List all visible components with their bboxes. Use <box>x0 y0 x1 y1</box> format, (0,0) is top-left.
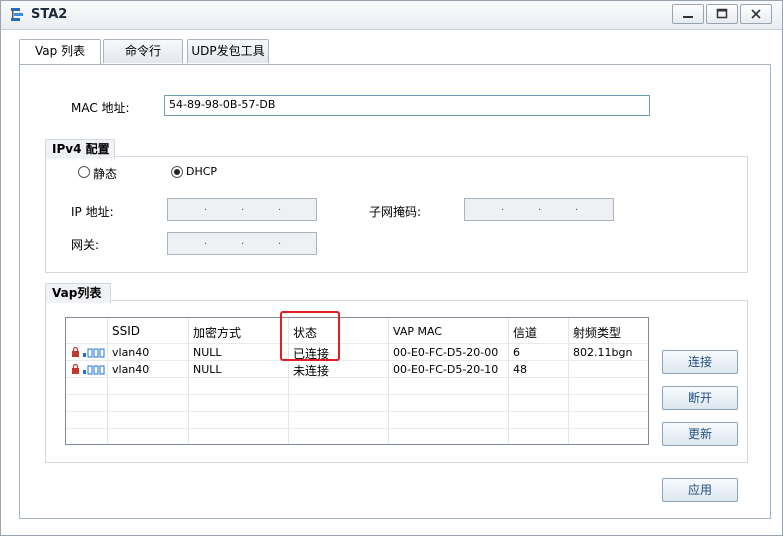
col-divider <box>107 318 108 444</box>
gateway-dot-2: . <box>241 236 245 247</box>
row-encryption: NULL <box>193 363 222 376</box>
mac-address-input[interactable]: 54-89-98-0B-57-DB <box>164 95 650 116</box>
row-status: 未连接 <box>293 364 330 378</box>
ip-dot-2: . <box>241 202 245 213</box>
row-divider <box>66 377 648 378</box>
gateway-input[interactable]: . . . <box>167 232 317 255</box>
maximize-button[interactable] <box>706 4 738 24</box>
apply-button[interactable]: 应用 <box>662 478 738 502</box>
subnet-mask-input[interactable]: . . . <box>464 198 614 221</box>
row-divider <box>66 428 648 429</box>
static-label: 静态 <box>93 167 118 181</box>
row-vap-mac: 00-E0-FC-D5-20-00 <box>393 346 499 359</box>
row-divider <box>66 411 648 412</box>
sta2-window: STA2 Vap 列表 命令行 UDP发包工具 MAC 地址: 54-89-98… <box>0 0 783 536</box>
close-button[interactable] <box>740 4 772 24</box>
ip-dot-3: . <box>278 202 282 213</box>
col-header-encryption: 加密方式 <box>193 326 242 340</box>
maximize-icon <box>716 8 728 19</box>
ip-label: IP 地址: <box>71 205 114 219</box>
mask-dot-3: . <box>575 202 579 213</box>
row-ssid: vlan40 <box>112 363 150 376</box>
subnet-mask-label: 子网掩码: <box>369 205 422 219</box>
minimize-button[interactable] <box>672 4 704 24</box>
col-header-vap-mac: VAP MAC <box>393 325 442 338</box>
window-title: STA2 <box>31 7 68 22</box>
title-bar[interactable]: STA2 <box>1 1 782 30</box>
vap-table[interactable]: SSID 加密方式 状态 VAP MAC 信道 射频类型 vlan40 NULL… <box>65 317 649 445</box>
row-divider <box>66 360 648 361</box>
row-vap-mac: 00-E0-FC-D5-20-10 <box>393 363 499 376</box>
row-channel: 6 <box>513 346 520 359</box>
close-icon <box>751 9 761 19</box>
network-icon <box>11 8 23 21</box>
col-divider <box>388 318 389 444</box>
lock-icon <box>72 364 105 375</box>
row-divider <box>66 394 648 395</box>
row-channel: 48 <box>513 363 527 376</box>
gateway-dot-3: . <box>278 236 282 247</box>
disconnect-button[interactable]: 断开 <box>662 386 738 410</box>
col-header-channel: 信道 <box>513 326 538 340</box>
col-divider <box>508 318 509 444</box>
tab-vap-list[interactable]: Vap 列表 <box>19 39 101 65</box>
ipv4-group-title: IPv4 配置 <box>45 139 115 159</box>
mask-dot-2: . <box>538 202 542 213</box>
refresh-button[interactable]: 更新 <box>662 422 738 446</box>
gateway-label: 网关: <box>71 238 100 252</box>
col-divider <box>188 318 189 444</box>
lock-icon <box>72 347 105 358</box>
col-header-radio-type: 射频类型 <box>573 326 622 340</box>
static-radio[interactable] <box>78 166 90 178</box>
row-radio-type: 802.11bgn <box>573 346 633 359</box>
row-ssid: vlan40 <box>112 346 150 359</box>
row-encryption: NULL <box>193 346 222 359</box>
col-header-ssid: SSID <box>112 324 141 338</box>
mac-label: MAC 地址: <box>71 101 130 115</box>
minimize-icon <box>683 16 693 18</box>
dhcp-radio[interactable] <box>171 166 183 178</box>
dhcp-label: DHCP <box>186 165 218 178</box>
status-highlight-box <box>280 311 340 361</box>
tab-command-line[interactable]: 命令行 <box>103 39 183 63</box>
connect-button[interactable]: 连接 <box>662 350 738 374</box>
vap-list-group-title: Vap列表 <box>45 283 111 303</box>
ip-dot-1: . <box>204 202 208 213</box>
ip-address-input[interactable]: . . . <box>167 198 317 221</box>
tab-udp-tool[interactable]: UDP发包工具 <box>187 39 269 63</box>
mask-dot-1: . <box>501 202 505 213</box>
gateway-dot-1: . <box>204 236 208 247</box>
col-divider <box>568 318 569 444</box>
row-divider <box>66 343 648 344</box>
